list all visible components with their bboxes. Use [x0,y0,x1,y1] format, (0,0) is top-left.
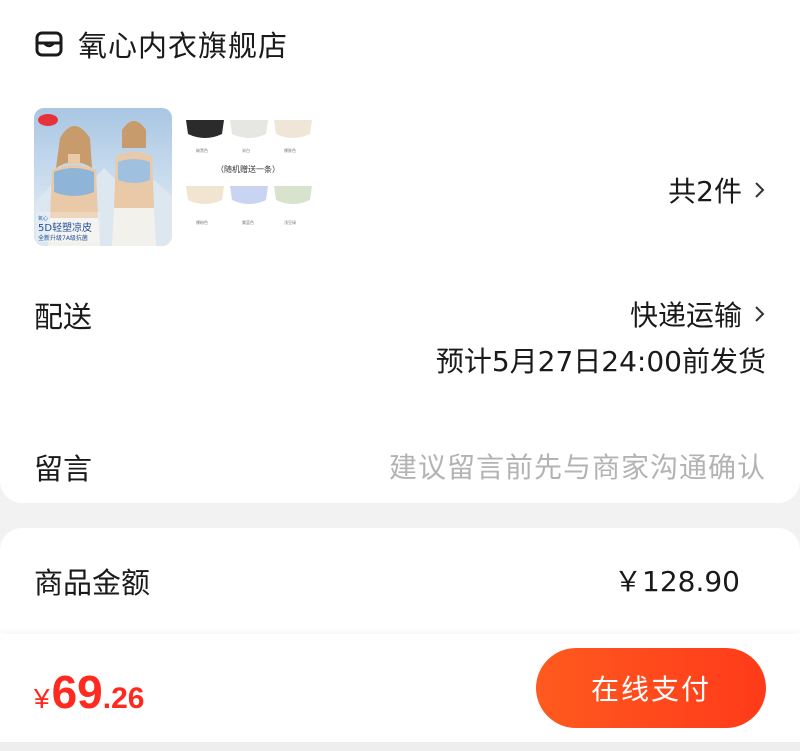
svg-text:碳黑色: 碳黑色 [196,147,208,153]
total-decimal: .26 [102,682,145,715]
product-image-model: 氧心 5D轻塑凉皮 全新升级7A级抗菌 [34,108,172,246]
total-price: ¥ 69 .26 [34,665,144,719]
product-thumbnail-2[interactable]: 碳黑色 米白 裸肤色 （随机赠送一条） 裸粉色 雾蓝色 浅豆绿 [180,108,318,246]
chevron-right-icon [755,182,765,198]
note-input[interactable]: 建议留言前先与商家沟通确认 [389,446,766,486]
product-thumbnail-1[interactable]: 氧心 5D轻塑凉皮 全新升级7A级抗菌 [34,108,172,246]
delivery-method-label: 快递运输 [629,299,742,332]
svg-text:米白: 米白 [242,147,250,153]
total-currency: ¥ [34,683,50,714]
store-header[interactable]: 氧心内衣旗舰店 [34,24,288,64]
svg-text:全新升级7A级抗菌: 全新升级7A级抗菌 [38,234,88,242]
product-image-panties: 碳黑色 米白 裸肤色 （随机赠送一条） 裸粉色 雾蓝色 浅豆绿 [180,108,318,246]
item-count-label: 共2件 [668,175,742,208]
delivery-method-selector[interactable]: 快递运输 [630,294,766,334]
svg-text:5D轻塑凉皮: 5D轻塑凉皮 [38,221,92,234]
svg-text:雾蓝色: 雾蓝色 [242,219,254,225]
item-count-link[interactable]: 共2件 [668,170,766,210]
svg-text:裸粉色: 裸粉色 [196,219,208,225]
store-card: 氧心内衣旗舰店 氧心 5D轻塑凉皮 全新升级7A级抗菌 碳黑色 米白 裸肤色 （… [0,0,800,503]
goods-amount-value: ￥128.90 [614,565,740,598]
chevron-right-icon [755,306,765,322]
delivery-eta: 预计5月27日24:00前发货 [435,345,766,378]
goods-amount-label: 商品金额 [34,566,151,600]
store-icon [35,31,63,57]
bottom-safe-area [0,742,800,751]
svg-text:（随机赠送一条）: （随机赠送一条） [216,164,280,174]
svg-text:氧心: 氧心 [38,215,48,222]
note-label: 留言 [34,452,93,486]
total-integer: 69 [51,666,103,718]
pay-online-button[interactable]: 在线支付 [536,648,766,728]
svg-text:裸肤色: 裸肤色 [284,147,296,153]
svg-text:浅豆绿: 浅豆绿 [284,219,296,225]
delivery-label: 配送 [34,300,93,334]
store-name: 氧心内衣旗舰店 [78,29,289,63]
